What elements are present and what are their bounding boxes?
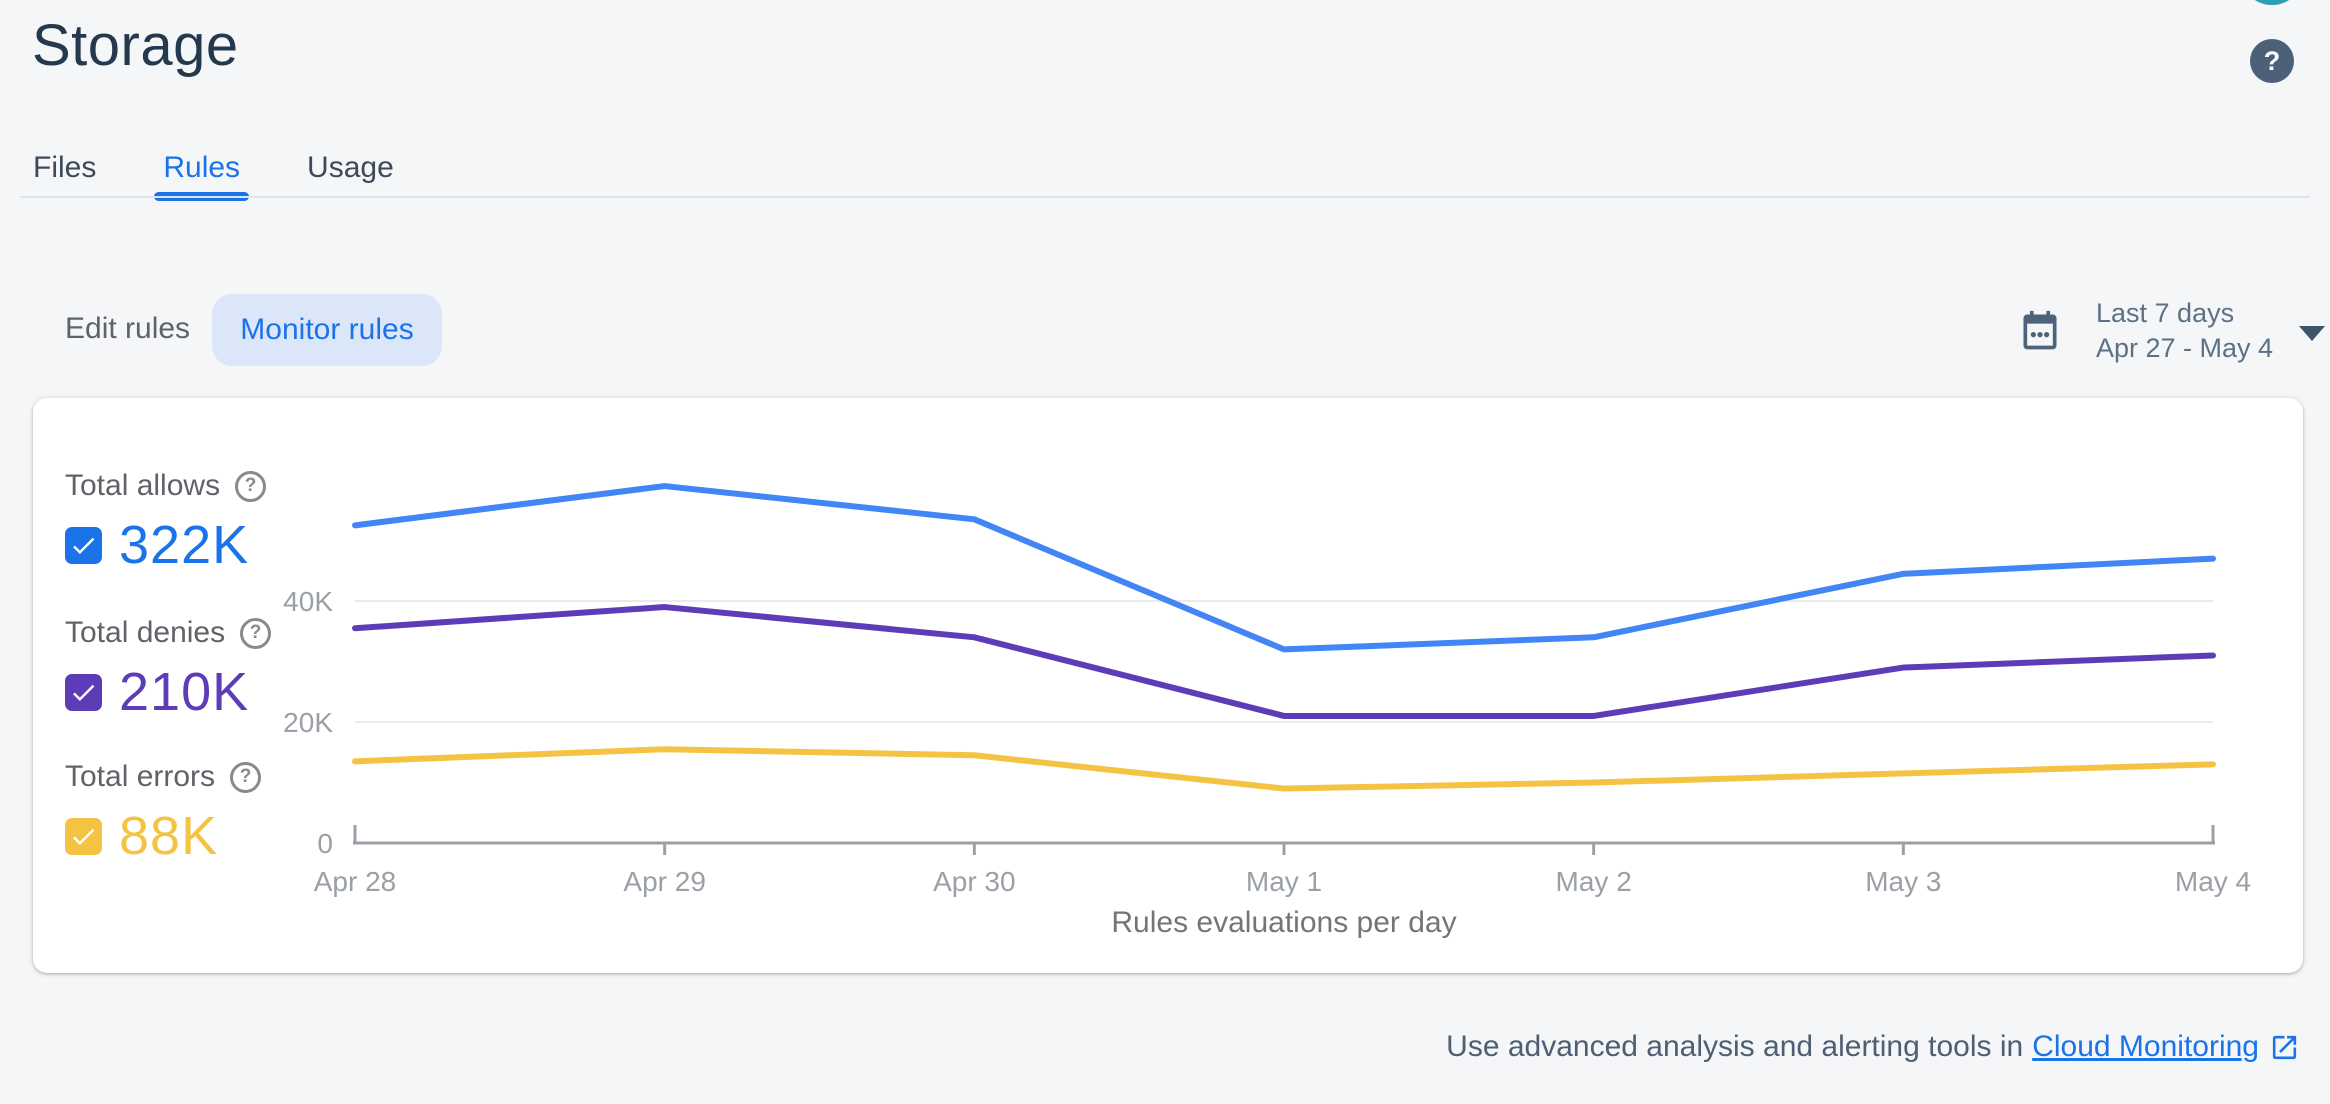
series-checkbox-errors[interactable] — [65, 817, 102, 855]
y-axis-label: 40K — [283, 586, 333, 617]
tab-rules[interactable]: Rules — [154, 148, 249, 201]
check-icon — [73, 828, 95, 845]
tab-divider — [20, 196, 2310, 198]
edit-rules-button[interactable]: Edit rules — [65, 312, 190, 346]
user-avatar[interactable] — [2240, 0, 2304, 5]
legend-label: Total errors — [65, 760, 216, 793]
series-line-total-denies[interactable] — [352, 604, 2216, 719]
tab-files[interactable]: Files — [33, 148, 96, 196]
y-axis-label: 0 — [317, 828, 333, 859]
legend-value: 88K — [119, 806, 219, 866]
x-axis-label: Apr 29 — [623, 866, 706, 897]
x-axis-label: Apr 28 — [314, 866, 397, 897]
rules-evaluations-chart[interactable]: 0 20K 40K Apr 28 Apr 29 Apr 30 May 1 May 2 May 3… — [220, 430, 2310, 930]
series-line-total-allows[interactable] — [352, 483, 2216, 653]
x-axis-label: May 2 — [1556, 866, 1632, 897]
footer-text: Use advanced analysis and alerting tools… — [1446, 1030, 2024, 1063]
x-axis-label: May 1 — [1246, 866, 1322, 897]
page-title: Storage — [32, 13, 239, 78]
tab-usage[interactable]: Usage — [307, 148, 394, 196]
series-checkbox-denies[interactable] — [65, 673, 102, 711]
check-icon — [73, 537, 95, 554]
chart-title: Rules evaluations per day — [1111, 906, 1457, 939]
legend-label: Total denies — [65, 616, 226, 649]
x-axis-label: May 3 — [1865, 866, 1941, 897]
chevron-down-icon — [2299, 325, 2326, 341]
date-range-dates: Apr 27 - May 4 — [2096, 333, 2274, 363]
tab-bar: Files Rules Usage — [33, 148, 394, 201]
series-line-total-errors[interactable] — [352, 746, 2216, 792]
cloud-monitoring-link[interactable]: Cloud Monitoring — [2032, 1030, 2259, 1064]
monitor-rules-button[interactable]: Monitor rules — [212, 294, 442, 366]
external-link-icon — [2272, 1035, 2297, 1059]
y-axis-label: 20K — [283, 707, 333, 738]
x-axis-label: Apr 30 — [933, 866, 1016, 897]
date-range-picker[interactable]: Last 7 days Apr 27 - May 4 — [2018, 296, 2326, 366]
question-mark-icon: ? — [2263, 45, 2281, 76]
date-range-label: Last 7 days — [2096, 298, 2235, 328]
help-button[interactable]: ? — [2250, 39, 2294, 83]
footer-note: Use advanced analysis and alerting tools… — [1446, 1027, 2300, 1067]
series-checkbox-allows[interactable] — [65, 526, 102, 564]
calendar-icon — [2023, 310, 2057, 350]
legend-label: Total allows — [65, 469, 221, 502]
x-axis-label: May 4 — [2175, 866, 2251, 897]
check-icon — [73, 684, 95, 701]
